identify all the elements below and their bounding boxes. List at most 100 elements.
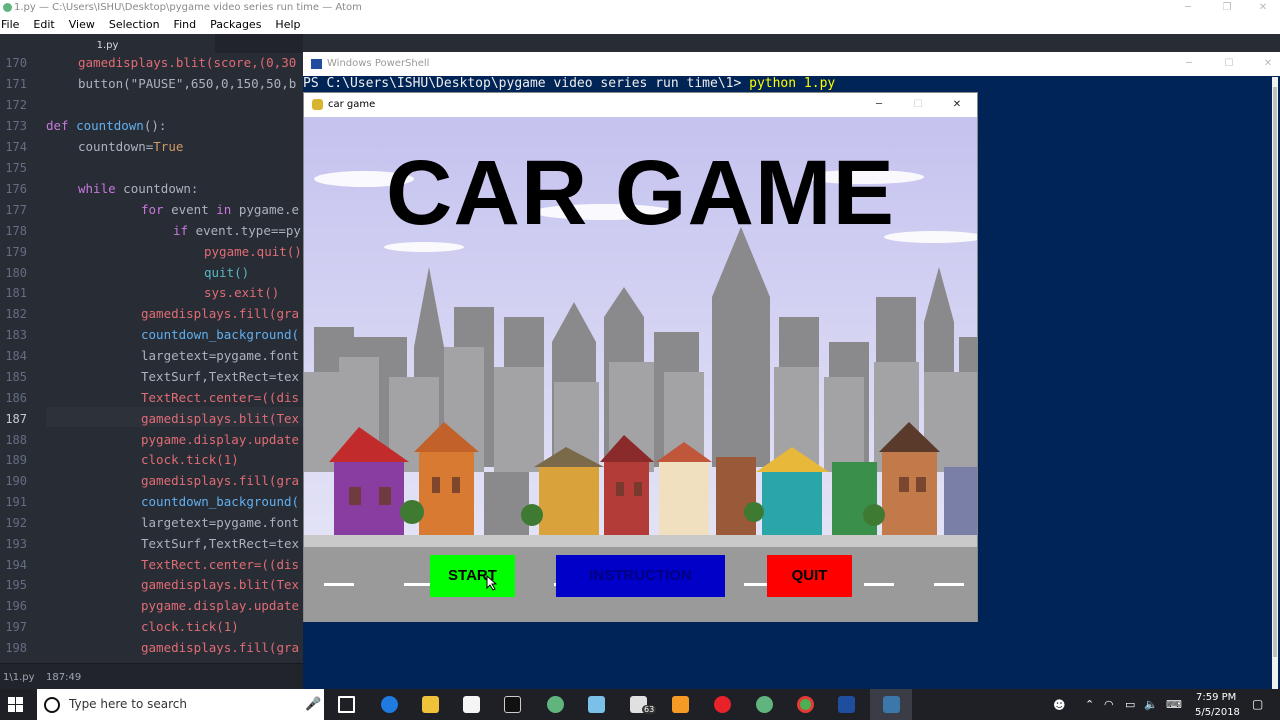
minimize-icon[interactable]: ─ <box>1168 0 1208 15</box>
code-editor[interactable]: 170 171 172 173 174 175 176 177 178 179 180 181 182 1… <box>0 53 303 663</box>
line-number: 193 <box>5 537 27 551</box>
ps-close-icon[interactable]: ✕ <box>1248 52 1280 76</box>
clock-time[interactable]: 7:59 PM <box>1196 692 1236 703</box>
powershell-window-title: Windows PowerShell <box>327 58 430 69</box>
line-number: 170 <box>5 56 27 70</box>
line-number: 171 <box>5 77 27 91</box>
line-number: 196 <box>5 599 27 613</box>
tab-1-py[interactable]: 1.py <box>0 34 215 53</box>
game-maximize-icon: ☐ <box>913 99 923 110</box>
ps-maximize-icon[interactable]: ☐ <box>1209 52 1249 76</box>
code-line-181: sys.exit() <box>204 285 280 300</box>
line-number: 198 <box>5 641 27 655</box>
line-number: 190 <box>5 474 27 488</box>
opera-icon[interactable] <box>714 696 731 713</box>
atom-app-icon[interactable] <box>547 696 564 713</box>
restore-icon[interactable]: ❐ <box>1207 0 1247 15</box>
code-line-185: TextSurf,TextRect=tex <box>141 369 300 384</box>
line-number-gutter: 170 171 172 173 174 175 176 177 178 179 180 181 182 1… <box>0 53 40 663</box>
taskbar-search-box[interactable]: Type here to search 🎤 <box>37 689 324 720</box>
powershell-scrollbar[interactable] <box>1272 77 1278 689</box>
line-number: 187 <box>5 412 27 426</box>
line-number: 183 <box>5 328 27 342</box>
mouse-cursor-icon <box>486 575 498 591</box>
notepad-icon[interactable] <box>588 696 605 713</box>
code-line-178: if event.type==py <box>173 223 301 238</box>
file-explorer-icon[interactable] <box>422 696 439 713</box>
powershell-taskbar-icon[interactable] <box>838 696 855 713</box>
task-view-icon[interactable] <box>338 696 355 713</box>
code-line-182: gamedisplays.fill(gra <box>141 306 300 321</box>
keyboard-icon[interactable]: ⌨ <box>1166 698 1182 711</box>
game-heading: CAR GAME <box>386 142 895 244</box>
code-line-193: TextSurf,TextRect=tex <box>141 536 300 551</box>
code-line-191: countdown_background( <box>141 494 300 509</box>
code-line-190: gamedisplays.fill(gra <box>141 473 300 488</box>
volume-icon[interactable]: 🔈 <box>1144 698 1158 711</box>
line-number: 185 <box>5 370 27 384</box>
line-number: 179 <box>5 245 27 259</box>
store-icon[interactable] <box>463 696 480 713</box>
terminal-icon[interactable] <box>504 696 521 713</box>
people-icon[interactable]: ☻ <box>1053 698 1066 712</box>
wifi-icon[interactable]: ◠ <box>1104 698 1114 711</box>
chevron-up-icon[interactable]: ⌃ <box>1085 698 1094 711</box>
microphone-icon[interactable]: 🎤 <box>305 689 321 720</box>
game-close-icon[interactable]: ✕ <box>937 93 977 117</box>
atom-app-icon-2[interactable] <box>756 696 773 713</box>
line-number: 180 <box>5 266 27 280</box>
atom-icon <box>3 3 12 12</box>
code-line-184: largetext=pygame.font <box>141 348 300 363</box>
menu-help[interactable]: Help <box>275 15 300 34</box>
code-line-171: button("PAUSE",650,0,150,50,b <box>78 76 297 91</box>
code-line-196: pygame.display.update <box>141 598 300 613</box>
chrome-icon[interactable] <box>797 696 814 713</box>
mail-badge: 63 <box>642 705 657 714</box>
q-app-icon[interactable] <box>672 696 689 713</box>
start-button[interactable]: START <box>430 555 515 597</box>
windows-start-icon[interactable] <box>8 697 24 713</box>
search-placeholder: Type here to search <box>69 697 187 711</box>
code-line-187: gamedisplays.blit(Tex <box>141 411 300 426</box>
code-line-186: TextRect.center=((dis <box>141 390 300 405</box>
editor-status-bar: 1\1.py 187:49 <box>0 663 303 689</box>
code-line-188: pygame.display.update <box>141 432 300 447</box>
editor-tab-bar: 1.py <box>0 34 303 53</box>
close-icon[interactable]: ✕ <box>1243 0 1280 15</box>
code-line-192: largetext=pygame.font <box>141 515 300 530</box>
ps-minimize-icon[interactable]: ─ <box>1169 52 1209 76</box>
menu-find[interactable]: Find <box>174 15 197 34</box>
code-line-198: gamedisplays.fill(gra <box>141 640 300 655</box>
status-cursor-position[interactable]: 187:49 <box>46 664 81 692</box>
car-game-window-title: car game <box>328 99 376 110</box>
code-line-195: gamedisplays.blit(Tex <box>141 577 300 592</box>
code-line-189: clock.tick(1) <box>141 452 239 467</box>
code-line-179: pygame.quit() <box>204 244 302 259</box>
menu-selection[interactable]: Selection <box>109 15 160 34</box>
code-line-170: gamedisplays.blit(score,(0,30 <box>78 55 297 70</box>
edge-icon[interactable] <box>381 696 398 713</box>
quit-button[interactable]: QUIT <box>767 555 852 597</box>
menu-view[interactable]: View <box>69 15 95 34</box>
instruction-button[interactable]: INSTRUCTION <box>556 555 725 597</box>
game-minimize-icon[interactable]: ─ <box>859 93 899 117</box>
code-line-183: countdown_background( <box>141 327 300 342</box>
battery-icon[interactable]: ▭ <box>1125 698 1135 711</box>
windows-taskbar: Type here to search 🎤 63 ☻ ⌃ ◠ ▭ 🔈 ⌨ 7:5… <box>0 689 1280 720</box>
menu-packages[interactable]: Packages <box>210 15 261 34</box>
code-line-194: TextRect.center=((dis <box>141 557 300 572</box>
line-number: 173 <box>5 119 27 133</box>
status-file-path[interactable]: 1\1.py <box>3 664 35 692</box>
notifications-icon[interactable]: ▢ <box>1252 697 1263 711</box>
line-number: 181 <box>5 286 27 300</box>
line-number: 174 <box>5 140 27 154</box>
code-line-177: for event in pygame.e <box>141 202 300 217</box>
atom-title-bar: 1.py — C:\Users\ISHU\Desktop\pygame vide… <box>0 0 1280 15</box>
clock-date[interactable]: 5/5/2018 <box>1195 707 1240 718</box>
line-number: 197 <box>5 620 27 634</box>
python-taskbar-button[interactable] <box>870 689 912 720</box>
line-number: 178 <box>5 224 27 238</box>
car-game-title-bar: car game ─ ☐ ✕ <box>304 93 977 117</box>
menu-file[interactable]: File <box>1 15 19 34</box>
menu-edit[interactable]: Edit <box>33 15 54 34</box>
